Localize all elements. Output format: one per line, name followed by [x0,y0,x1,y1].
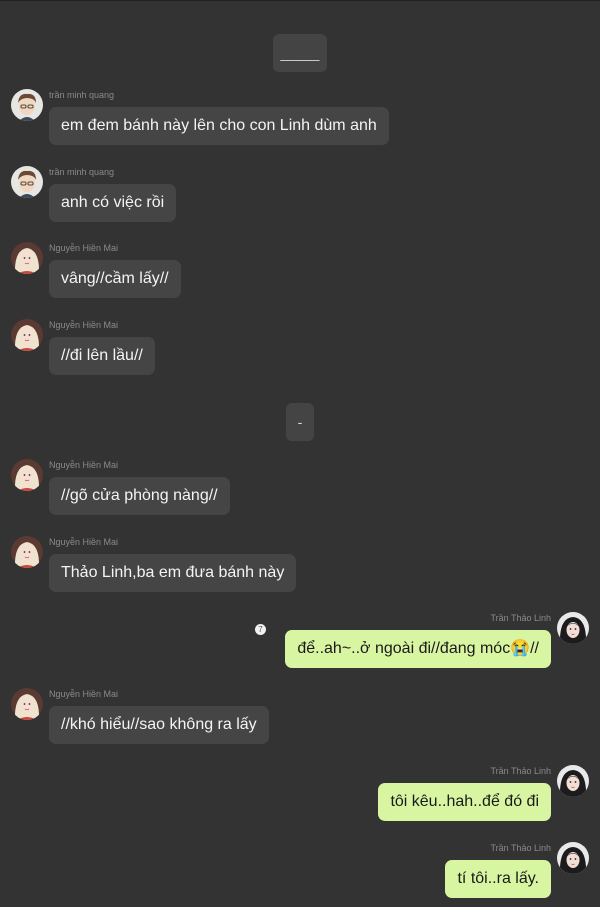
system-divider: _____ [273,34,327,72]
avatar-linh[interactable] [557,765,589,797]
message-bubble[interactable]: tôi kêu..hah..để đó đi [378,783,551,821]
system-divider: - [286,403,314,441]
avatar-mai[interactable] [11,319,43,351]
message-bubble[interactable]: //gõ cửa phòng nàng// [49,477,230,515]
message-bubble[interactable]: //đi lên lầu// [49,337,155,375]
message-bubble[interactable]: tí tôi..ra lấy. [445,860,551,898]
sender-name: Trần Thảo Linh [490,613,551,623]
sender-name: Trần Thảo Linh [490,766,551,776]
sender-name: Nguyễn Hiền Mai [49,460,119,470]
avatar-mai[interactable] [11,459,43,491]
sender-name: Nguyễn Hiền Mai [49,320,119,330]
sender-name: Nguyễn Hiền Mai [49,537,119,547]
avatar-mai[interactable] [11,242,43,274]
reply-count-badge[interactable]: 7 [255,624,266,635]
sender-name: Trần Thảo Linh [490,843,551,853]
message-bubble[interactable]: //khó hiểu//sao không ra lấy [49,706,269,744]
avatar-linh[interactable] [557,842,589,874]
sender-name: Nguyễn Hiền Mai [49,243,119,253]
message-bubble[interactable]: vâng//cầm lấy// [49,260,181,298]
message-bubble[interactable]: Thảo Linh,ba em đưa bánh này [49,554,297,592]
message-bubble[interactable]: em đem bánh này lên cho con Linh dùm anh [49,107,389,145]
avatar-linh[interactable] [557,612,589,644]
avatar-quang[interactable] [11,89,43,121]
system-divider-text: - [297,414,303,430]
sender-name: Nguyễn Hiền Mai [49,689,119,699]
system-divider-text: _____ [280,45,320,61]
sender-name: trần minh quang [49,167,115,177]
sender-name: trần minh quang [49,90,115,100]
message-bubble[interactable]: anh có việc rồi [49,184,177,222]
avatar-quang[interactable] [11,166,43,198]
chat-thread[interactable]: _____ trần minh quang em đem bánh này lê… [0,0,600,907]
message-bubble[interactable]: để..ah~..ở ngoài đi//đang móc😭// [285,630,551,668]
avatar-mai[interactable] [11,688,43,720]
avatar-mai[interactable] [11,536,43,568]
